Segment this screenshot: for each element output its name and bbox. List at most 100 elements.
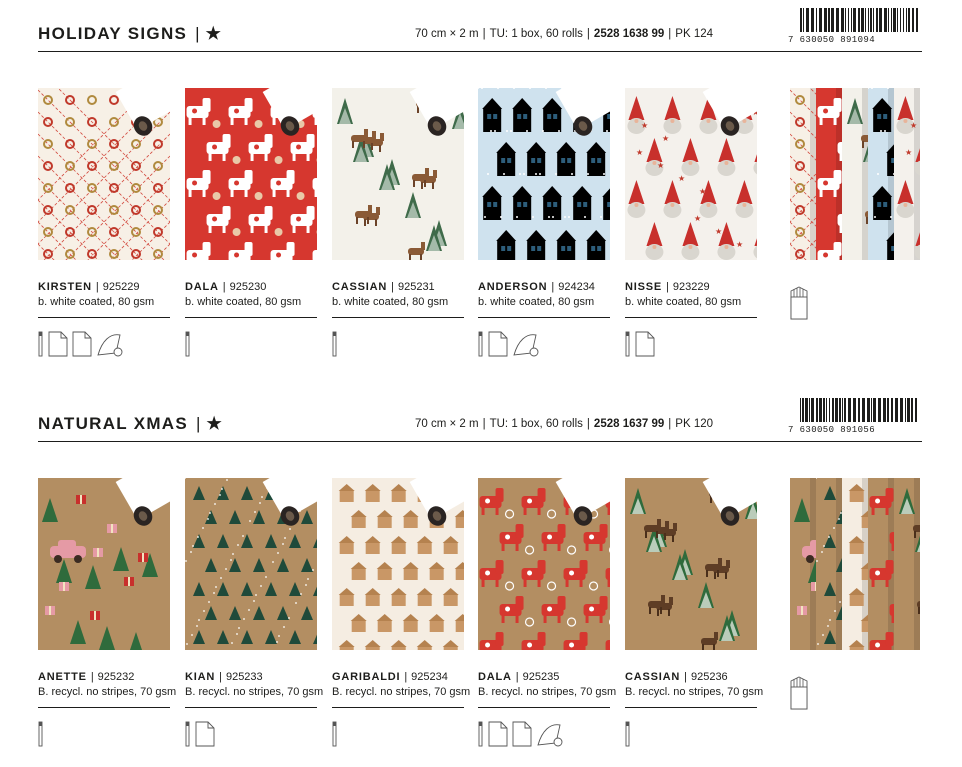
roll-icon — [478, 721, 484, 752]
combined-rolls-swatch: ★★★★★★★★★★★★ — [790, 88, 922, 260]
format-icons — [625, 331, 659, 361]
barcode-bars — [800, 8, 918, 32]
product-swatch — [38, 88, 170, 260]
svg-text:★: ★ — [905, 148, 912, 157]
product-name: CASSIAN — [332, 281, 388, 293]
format-icons — [478, 331, 546, 361]
svg-text:★: ★ — [699, 187, 706, 196]
sheet-icon — [48, 331, 68, 362]
product-description: b. white coated, 80 gsm — [38, 296, 155, 308]
product-swatch — [38, 478, 170, 650]
product-name: CASSIAN — [625, 671, 681, 683]
svg-text:★: ★ — [715, 227, 722, 236]
section-rule — [38, 441, 922, 442]
star-icon: ★ — [206, 414, 222, 433]
product-description: B. recycl. no stripes, 70 gsm — [38, 686, 177, 698]
svg-text:★: ★ — [678, 174, 685, 183]
product-code: 925230 — [229, 281, 267, 293]
product-name: NISSE — [625, 281, 663, 293]
format-icons — [332, 721, 342, 751]
section-title: NATURAL XMAS | ★ — [38, 414, 222, 433]
format-icons — [478, 721, 570, 751]
product-rule — [478, 707, 610, 708]
product-description: b. white coated, 80 gsm — [185, 296, 302, 308]
product-rule — [185, 317, 317, 318]
product-description: B. recycl. no stripes, 70 gsm — [332, 686, 471, 698]
product-rule — [332, 317, 464, 318]
product-description: B. recycl. no stripes, 70 gsm — [478, 686, 617, 698]
product-name: ANDERSON — [478, 281, 548, 293]
section-header: HOLIDAY SIGNS | ★ 70 cm × 2 m | TU: 1 box, 6… — [38, 8, 922, 52]
product-code: 925236 — [690, 671, 728, 683]
product-code: 924234 — [558, 281, 595, 293]
sheet-icon — [635, 331, 655, 362]
sheet-icon — [488, 721, 508, 752]
product-name-line: ANETTE | 925232 — [38, 671, 135, 683]
product-name: DALA — [478, 671, 512, 683]
product-swatch: ★★★★★★★★★★★★ — [625, 88, 757, 260]
format-icons — [625, 721, 635, 751]
product-code: 925232 — [97, 671, 135, 683]
bundle-box-icon — [790, 675, 808, 716]
svg-text:★: ★ — [894, 88, 901, 90]
star-icon: ★ — [205, 24, 221, 43]
product-name-line: GARIBALDI | 925234 — [332, 671, 448, 683]
product-rule — [38, 707, 170, 708]
product-swatch — [625, 478, 757, 650]
roll-icon — [332, 721, 338, 752]
roll-icon — [332, 331, 338, 362]
section-rule — [38, 51, 922, 52]
format-icons — [38, 721, 48, 751]
product-code: 923229 — [672, 281, 710, 293]
product-description: B. recycl. no stripes, 70 gsm — [625, 686, 764, 698]
svg-text:★: ★ — [736, 240, 743, 249]
product-rule — [478, 317, 610, 318]
format-icons — [185, 721, 219, 751]
section-header: NATURAL XMAS | ★ 70 cm × 2 m | TU: 1 box, 60… — [38, 398, 922, 442]
roll-icon — [625, 331, 631, 362]
barcode-number: 7 630050 891094 — [788, 35, 876, 45]
roll-icon — [38, 721, 44, 752]
barcode-bars — [800, 398, 917, 422]
product-swatch — [332, 88, 464, 260]
product-swatch — [332, 478, 464, 650]
svg-text:★: ★ — [910, 121, 917, 130]
product-rule — [332, 707, 464, 708]
svg-text:★: ★ — [641, 121, 648, 130]
product-name-line: ANDERSON | 924234 — [478, 281, 595, 293]
roll-icon — [185, 721, 191, 752]
barcode-number: 7 630050 891056 — [788, 425, 876, 435]
bundle-box-icon — [790, 285, 808, 326]
product-rule — [625, 707, 757, 708]
roll-icon — [478, 331, 484, 362]
format-icons — [185, 331, 195, 361]
format-icons — [332, 331, 342, 361]
product-description: b. white coated, 80 gsm — [332, 296, 449, 308]
product-name: KIAN — [185, 671, 216, 683]
product-name: GARIBALDI — [332, 671, 401, 683]
product-name-line: DALA | 925235 — [478, 671, 560, 683]
section-info: 70 cm × 2 m | TU: 1 box, 60 rolls | 2528 163… — [415, 28, 714, 40]
sheet-icon — [488, 331, 508, 362]
svg-text:★: ★ — [662, 134, 669, 143]
product-swatch — [185, 478, 317, 650]
svg-text:★: ★ — [694, 214, 701, 223]
combined-rolls-swatch — [790, 478, 922, 650]
product-name-line: KIRSTEN | 925229 — [38, 281, 140, 293]
product-code: 925234 — [411, 671, 448, 683]
product-name-line: NISSE | 923229 — [625, 281, 710, 293]
product-name-line: DALA | 925230 — [185, 281, 267, 293]
svg-text:★: ★ — [625, 88, 632, 90]
barcode: 7 630050 891094 — [788, 8, 922, 48]
product-name: DALA — [185, 281, 219, 293]
product-rule — [185, 707, 317, 708]
product-rule — [625, 317, 757, 318]
product-description: B. recycl. no stripes, 70 gsm — [185, 686, 324, 698]
roll-icon — [625, 721, 631, 752]
svg-text:★: ★ — [636, 148, 643, 157]
roll-icon — [185, 331, 191, 362]
product-description: b. white coated, 80 gsm — [625, 296, 742, 308]
product-name: KIRSTEN — [38, 281, 92, 293]
bag-icon — [512, 331, 542, 362]
product-name: ANETTE — [38, 671, 87, 683]
